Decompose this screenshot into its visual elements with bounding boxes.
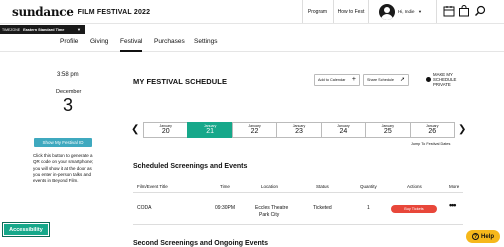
column-header-location: Location [261, 184, 279, 189]
date-day: 23 [295, 128, 303, 135]
tab-profile[interactable]: Profile [60, 38, 78, 52]
date-day: 21 [206, 128, 215, 135]
chevron-down-icon[interactable]: ▼ [418, 9, 422, 14]
row-location-venue: Eccles Theatre [255, 205, 289, 211]
page: sundance FILM FESTIVAL 2022 Program How t… [0, 0, 504, 247]
nav-program[interactable]: Program [302, 0, 332, 23]
date-day: 25 [383, 128, 392, 135]
timezone-label: TIMEZONE [2, 27, 21, 32]
accessibility-button[interactable]: Accessibility [2, 222, 50, 237]
row-status: Ticketed [313, 205, 332, 211]
account-tabs: Profile Giving Festival Purchases Settin… [0, 34, 504, 52]
add-to-calendar-label: Add to Calendar [318, 78, 346, 82]
logo-wordmark: sundance [12, 5, 74, 19]
plus-icon: + [351, 76, 356, 83]
row-time: 09:30PM [215, 205, 236, 211]
calendar-icon[interactable] [443, 5, 455, 17]
date-jan-24[interactable]: January 24 [320, 122, 367, 138]
date-jan-21[interactable]: January 21 [187, 122, 233, 138]
date-jan-20[interactable]: January 20 [143, 122, 189, 138]
avatar[interactable] [379, 4, 395, 20]
private-schedule-label: MAKE MY SCHEDULE PRIVATE [433, 72, 457, 87]
column-header-time: Time [220, 184, 230, 189]
chevron-down-icon: ▼ [77, 27, 81, 32]
column-header-quantity: Quantity [360, 184, 377, 189]
more-options-icon[interactable]: ••• [449, 200, 457, 210]
help-label: Help [480, 233, 494, 240]
table-header-divider [133, 192, 463, 193]
date-day: 20 [161, 128, 170, 135]
festival-id-description: Click this button to generate a QR code … [33, 153, 94, 184]
tab-festival[interactable]: Festival [120, 38, 143, 52]
chevron-left-icon[interactable]: ❮ [131, 124, 139, 135]
date-jan-22[interactable]: January 22 [231, 122, 278, 138]
column-header-status: Status [316, 184, 329, 189]
jump-to-festival-dates-link[interactable]: Jump To Festival Dates [411, 142, 450, 146]
row-quantity: 1 [367, 205, 370, 211]
date-day: 24 [339, 128, 348, 135]
section-title-screenings: Scheduled Screenings and Events [133, 163, 248, 170]
date-day: 22 [250, 128, 259, 135]
date-jan-26[interactable]: January 26 [409, 122, 455, 138]
date-picker-strip: January 20 January 21 January 22 January 23 … [143, 122, 455, 138]
site-header: sundance FILM FESTIVAL 2022 Program How t… [0, 0, 504, 24]
date-jan-23[interactable]: January 23 [276, 122, 322, 138]
help-icon: ? [471, 233, 479, 240]
current-time: 3:58 pm [57, 72, 79, 78]
logo-subtitle: FILM FESTIVAL 2022 [77, 9, 151, 16]
column-header-title: Film/Event Title [137, 184, 168, 189]
date-jan-25[interactable]: January 25 [365, 122, 411, 138]
search-icon[interactable] [474, 5, 486, 17]
row-location-city: Park City [259, 212, 280, 218]
section-title-second-screenings: Second Screenings and Ongoing Events [133, 240, 268, 247]
share-schedule-button[interactable]: Share Schedule ➚ [363, 74, 409, 86]
show-festival-id-button[interactable]: Show My Festival ID [34, 138, 92, 147]
row-title[interactable]: CODA [137, 205, 151, 211]
tab-purchases[interactable]: Purchases [154, 38, 185, 52]
timezone-value: Eastern Standard Time [23, 27, 65, 32]
share-arrow-icon: ➚ [399, 77, 405, 83]
nav-how-to-fest[interactable]: How to Fest [333, 0, 369, 23]
table-row-divider [133, 224, 463, 225]
header-divider [436, 0, 437, 23]
buy-tickets-button[interactable]: Buy Tickets [391, 205, 437, 213]
add-to-calendar-button[interactable]: Add to Calendar + [314, 74, 360, 86]
share-schedule-label: Share Schedule [367, 78, 395, 82]
date-day: 26 [428, 128, 437, 135]
tab-giving[interactable]: Giving [90, 38, 108, 52]
shopping-bag-icon[interactable] [458, 5, 470, 17]
timezone-selector[interactable]: TIMEZONE Eastern Standard Time ▼ [0, 25, 85, 34]
chevron-right-icon[interactable]: ❯ [458, 124, 466, 135]
column-header-more: More [449, 184, 460, 189]
column-header-actions: Actions [407, 184, 422, 189]
sundance-logo[interactable]: sundance FILM FESTIVAL 2022 [12, 5, 150, 19]
help-button[interactable]: ? Help [466, 230, 500, 243]
private-schedule-toggle[interactable] [426, 77, 431, 82]
user-greeting[interactable]: Hi, Indie [398, 9, 415, 14]
current-day: 3 [63, 95, 74, 115]
tab-settings[interactable]: Settings [194, 38, 218, 52]
page-title: MY FESTIVAL SCHEDULE [133, 77, 228, 86]
